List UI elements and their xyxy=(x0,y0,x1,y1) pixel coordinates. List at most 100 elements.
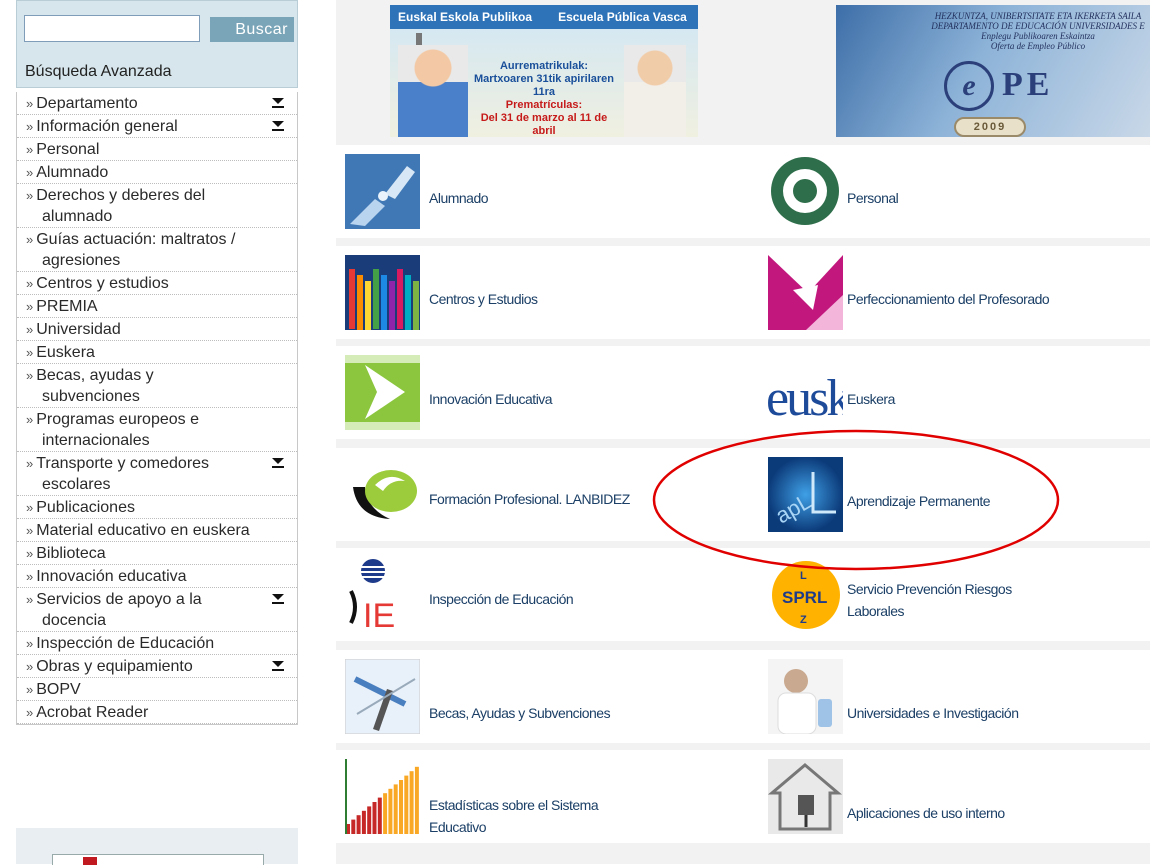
bar-stats-icon-graphic xyxy=(345,759,420,834)
magenta-shape-icon[interactable] xyxy=(768,255,843,330)
tile-link[interactable]: IE Inspección de Educación xyxy=(336,548,760,641)
sidebar-menu-item[interactable]: » Material educativo en euskera xyxy=(17,519,297,542)
tile-link[interactable]: eusk Euskera xyxy=(760,346,1150,439)
tile-link[interactable]: Alumnado xyxy=(336,145,760,238)
sidebar-menu-item[interactable]: » PREMIA xyxy=(17,295,297,318)
hands-icon-graphic xyxy=(345,154,420,229)
tile-link[interactable]: Becas, Ayudas y Subvenciones xyxy=(336,650,760,743)
bullet-icon: » xyxy=(26,705,34,720)
sidebar-menu: » Departamento» Información general» Person… xyxy=(16,92,298,725)
sidebar-menu-item[interactable]: » Acrobat Reader xyxy=(17,701,297,724)
tile-label[interactable]: Aplicaciones de uso interno xyxy=(847,802,1005,824)
tile-link[interactable]: Innovación Educativa xyxy=(336,346,760,439)
tile-link[interactable]: SPRL L Z Servicio Prevención Riesgos Laboral… xyxy=(760,548,1150,641)
bullet-icon: » xyxy=(26,569,34,584)
tile-link[interactable]: Perfeccionamiento del Profesorado xyxy=(760,246,1150,339)
sprl-logo-icon[interactable]: SPRL L Z xyxy=(768,557,843,632)
sidebar-menu-item-label: Servicios de apoyo a la xyxy=(36,591,202,608)
tile-label[interactable]: Perfeccionamiento del Profesorado xyxy=(847,288,1050,310)
sidebar-menu-item[interactable]: » Biblioteca xyxy=(17,542,297,565)
expand-arrow-icon[interactable] xyxy=(272,458,285,470)
sidebar-menu-item[interactable]: » Inspección de Educación xyxy=(17,632,297,655)
banner-line2: Martxoaren 31tik apirilaren 11ra xyxy=(473,73,614,98)
tile-link[interactable]: Centros y Estudios xyxy=(336,246,760,339)
sidebar-menu-item[interactable]: » Información general xyxy=(17,115,297,138)
search-input[interactable] xyxy=(24,15,200,42)
sidebar-menu-item[interactable]: » Servicios de apoyo a la docencia xyxy=(17,588,297,632)
tile-label-line: Estadísticas sobre el Sistema xyxy=(429,797,599,813)
tile-label[interactable]: Euskera xyxy=(847,388,895,410)
escuela-publica-banner[interactable]: Euskal Eskola Publikoa Escuela Pública Va… xyxy=(390,5,698,137)
sidebar-menu-item[interactable]: » Innovación educativa xyxy=(17,565,297,588)
tile-link[interactable]: Personal xyxy=(760,145,1150,238)
ope-banner[interactable]: HEZKUNTZA, UNIBERTSITATE ETA IKERKETA SA… xyxy=(836,5,1150,137)
svg-text:IE: IE xyxy=(363,597,395,632)
apl-icon[interactable]: apL xyxy=(768,457,843,532)
advanced-search-link[interactable]: Búsqueda Avanzada xyxy=(25,63,172,81)
expand-arrow-icon[interactable] xyxy=(272,98,285,110)
sidebar-menu-item[interactable]: » Personal xyxy=(17,138,297,161)
bullet-icon: » xyxy=(26,142,34,157)
tile-label[interactable]: Inspección de Educación xyxy=(429,588,574,610)
sidebar-menu-item-label: Programas europeos e xyxy=(36,411,199,428)
tile-label[interactable]: Servicio Prevención Riesgos Laborales xyxy=(847,578,1012,622)
tile-link[interactable]: Universidades e Investigación xyxy=(760,650,1150,743)
sidebar-menu-item[interactable]: » Departamento xyxy=(17,92,297,115)
sidebar-menu-item[interactable]: » Centros y estudios xyxy=(17,272,297,295)
sidebar-menu-item-label: Becas, ayudas y xyxy=(36,367,154,384)
hands-icon[interactable] xyxy=(345,154,420,229)
researcher-icon[interactable] xyxy=(768,659,843,734)
tile-label[interactable]: Universidades e Investigación xyxy=(847,702,1019,724)
sidebar-menu-item[interactable]: » Guías actuación: maltratos / agresiones xyxy=(17,228,297,272)
green-arrows-icon[interactable] xyxy=(345,355,420,430)
tile-label[interactable]: Personal xyxy=(847,187,899,209)
sidebar-menu-item[interactable]: » Euskera xyxy=(17,341,297,364)
pen-ruler-icon[interactable] xyxy=(345,659,420,734)
tile-row: Becas, Ayudas y Subvenciones Universidade… xyxy=(336,650,1150,743)
tile-label-line: Becas, Ayudas y Subvenciones xyxy=(429,705,611,721)
tile-label-line: Perfeccionamiento del Profesorado xyxy=(847,291,1050,307)
tile-link[interactable]: Estadísticas sobre el Sistema Educativo xyxy=(336,750,760,843)
tile-label[interactable]: Aprendizaje Permanente xyxy=(847,490,991,512)
sidebar-menu-item-label: Alumnado xyxy=(36,164,109,181)
tile-label[interactable]: Centros y Estudios xyxy=(429,288,538,310)
sidebar-menu-item[interactable]: » Becas, ayudas y subvenciones xyxy=(17,364,297,408)
bullet-icon: » xyxy=(26,119,34,134)
search-button[interactable]: Buscar xyxy=(210,17,294,42)
sidebar-menu-item[interactable]: » Universidad xyxy=(17,318,297,341)
ie-logo-icon[interactable]: IE xyxy=(345,557,420,632)
sidebar-menu-item-label: Material educativo en euskera xyxy=(36,522,250,539)
lanbidez-logo-icon[interactable] xyxy=(345,457,420,532)
at-sign-icon[interactable] xyxy=(768,154,843,229)
expand-arrow-icon[interactable] xyxy=(272,661,285,673)
sidebar-menu-item[interactable]: » Derechos y deberes del alumnado xyxy=(17,184,297,228)
sidebar-menu-item[interactable]: » Alumnado xyxy=(17,161,297,184)
tile-label[interactable]: Alumnado xyxy=(429,187,489,209)
eusk-text-icon[interactable]: eusk xyxy=(768,355,843,430)
colored-pencils-icon[interactable] xyxy=(345,255,420,330)
sidebar-menu-item[interactable]: » Transporte y comedores escolares xyxy=(17,452,297,496)
sidebar-menu-item[interactable]: » Obras y equipamiento xyxy=(17,655,297,678)
bar-stats-icon[interactable] xyxy=(345,759,420,834)
ope-logo-e: e xyxy=(944,61,994,111)
expand-arrow-icon[interactable] xyxy=(272,594,285,606)
expand-arrow-icon[interactable] xyxy=(272,121,285,133)
sidebar-menu-item[interactable]: » BOPV xyxy=(17,678,297,701)
ope-line3: Enplegu Publikoaren Eskaintza xyxy=(981,31,1095,41)
bullet-icon: » xyxy=(26,500,34,515)
tile-label[interactable]: Innovación Educativa xyxy=(429,388,553,410)
bullet-icon: » xyxy=(26,232,34,247)
tile-link[interactable]: Aplicaciones de uso interno xyxy=(760,750,1150,843)
tile-link[interactable]: apL Aprendizaje Permanente xyxy=(760,448,1150,541)
bullet-icon: » xyxy=(26,276,34,291)
sidebar-menu-item[interactable]: » Programas europeos e internacionales xyxy=(17,408,297,452)
tile-label[interactable]: Formación Profesional. LANBIDEZ xyxy=(429,488,630,510)
tile-label[interactable]: Estadísticas sobre el Sistema Educativo xyxy=(429,794,599,838)
sidebar-menu-item[interactable]: » Publicaciones xyxy=(17,496,297,519)
banner-dates: Aurrematrikulak: Martxoaren 31tik apiril… xyxy=(468,60,620,137)
tile-label[interactable]: Becas, Ayudas y Subvenciones xyxy=(429,702,611,724)
footer-logo[interactable] xyxy=(52,854,264,865)
tile-link[interactable]: Formación Profesional. LANBIDEZ xyxy=(336,448,760,541)
house-cable-icon[interactable] xyxy=(768,759,843,834)
apl-icon-graphic: apL xyxy=(768,457,843,532)
